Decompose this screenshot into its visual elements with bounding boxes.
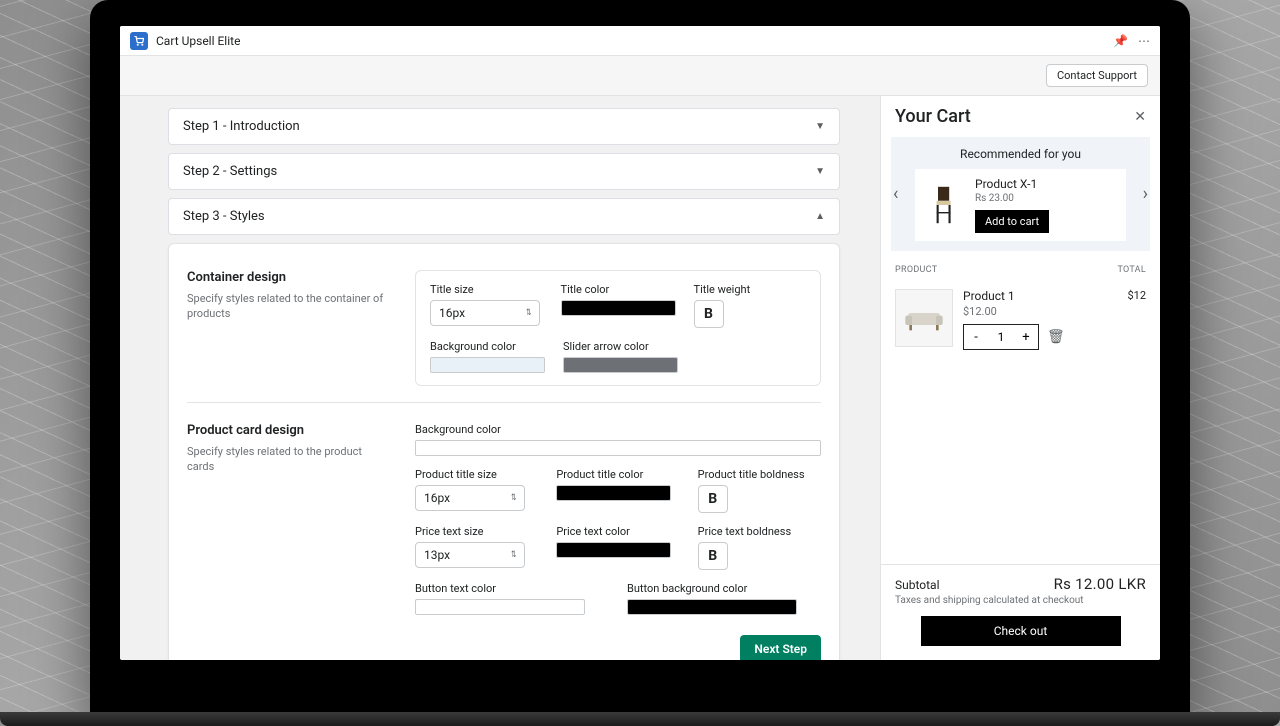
tax-note: Taxes and shipping calculated at checkou… [895, 595, 1146, 606]
title-size-select[interactable]: 16px [430, 300, 540, 326]
btn-text-color-label: Button text color [415, 582, 609, 595]
laptop-frame: Cart Upsell Elite 📌 ⋯ Contact Support St… [90, 0, 1190, 720]
step-1-label: Step 1 - Introduction [183, 119, 300, 134]
qty-value: 1 [988, 325, 1014, 349]
cart-item-name: Product 1 [963, 289, 1117, 303]
app-topbar: Cart Upsell Elite 📌 ⋯ [120, 26, 1160, 56]
ptitle-color-label: Product title color [556, 468, 679, 481]
recommend-title: Recommended for you [897, 147, 1144, 161]
chevron-right-icon[interactable]: › [1143, 184, 1148, 205]
qty-increase-button[interactable]: + [1014, 325, 1038, 349]
container-design-desc: Specify styles related to the container … [187, 291, 387, 322]
slider-arrow-swatch[interactable] [563, 357, 678, 373]
price-bold-toggle[interactable]: B [698, 542, 728, 570]
card-bg-label: Background color [415, 423, 821, 436]
step-1-header[interactable]: Step 1 - Introduction ▼ [168, 108, 840, 145]
cart-title: Your Cart [895, 106, 971, 127]
cart-panel: Your Cart ✕ Recommended for you ‹ › Prod… [880, 96, 1160, 660]
ptitle-bold-toggle[interactable]: B [698, 485, 728, 513]
title-bold-toggle[interactable]: B [694, 300, 724, 328]
title-color-label: Title color [561, 283, 676, 296]
cart-item-price: $12.00 [963, 305, 1117, 318]
pin-icon[interactable]: 📌 [1113, 34, 1128, 48]
col-product: PRODUCT [895, 265, 937, 275]
title-color-swatch[interactable] [561, 300, 676, 316]
add-to-cart-button[interactable]: Add to cart [975, 210, 1049, 233]
cart-item: Product 1 $12.00 - 1 + 🗑 $12 [881, 279, 1160, 360]
ptitle-bold-label: Product title boldness [698, 468, 821, 481]
close-icon[interactable]: ✕ [1134, 109, 1146, 125]
ptitle-size-select[interactable]: 16px [415, 485, 525, 511]
next-step-button[interactable]: Next Step [740, 635, 821, 660]
card-bg-swatch[interactable] [415, 440, 821, 456]
recommend-card: Product X-1 Rs 23.00 Add to cart [915, 169, 1126, 241]
ptitle-size-label: Product title size [415, 468, 538, 481]
step-3-label: Step 3 - Styles [183, 209, 265, 224]
recommend-image [925, 180, 965, 230]
step-2-label: Step 2 - Settings [183, 164, 277, 179]
trash-icon[interactable]: 🗑 [1047, 329, 1065, 345]
recommend-product-name: Product X-1 [975, 177, 1116, 191]
styles-card: Container design Specify styles related … [168, 243, 840, 660]
screen: Cart Upsell Elite 📌 ⋯ Contact Support St… [120, 26, 1160, 660]
price-size-label: Price text size [415, 525, 538, 538]
product-card-design-desc: Specify styles related to the product ca… [187, 444, 387, 475]
step-2-header[interactable]: Step 2 - Settings ▼ [168, 153, 840, 190]
title-size-label: Title size [430, 283, 543, 296]
caret-down-icon: ▼ [815, 166, 825, 177]
caret-down-icon: ▼ [815, 121, 825, 132]
divider [187, 402, 821, 403]
btn-text-color-swatch[interactable] [415, 599, 585, 615]
step-3-header[interactable]: Step 3 - Styles ▲ [168, 198, 840, 235]
app-title: Cart Upsell Elite [156, 34, 240, 48]
subtotal-label: Subtotal [895, 578, 940, 592]
cart-item-image [895, 289, 953, 347]
price-color-label: Price text color [556, 525, 679, 538]
caret-up-icon: ▲ [815, 211, 825, 222]
product-card-design-title: Product card design [187, 423, 387, 438]
container-bg-swatch[interactable] [430, 357, 545, 373]
contact-support-button[interactable]: Contact Support [1046, 64, 1148, 87]
qty-decrease-button[interactable]: - [964, 325, 988, 349]
btn-bg-color-swatch[interactable] [627, 599, 797, 615]
btn-bg-color-label: Button background color [627, 582, 821, 595]
price-bold-label: Price text boldness [698, 525, 821, 538]
recommend-product-price: Rs 23.00 [975, 193, 1116, 204]
container-design-title: Container design [187, 270, 387, 285]
slider-arrow-label: Slider arrow color [563, 340, 678, 353]
steps-panel: Step 1 - Introduction ▼ Step 2 - Setting… [120, 96, 880, 660]
price-size-select[interactable]: 13px [415, 542, 525, 568]
price-color-swatch[interactable] [556, 542, 671, 558]
chevron-left-icon[interactable]: ‹ [893, 184, 898, 205]
more-icon[interactable]: ⋯ [1138, 34, 1150, 48]
qty-stepper: - 1 + [963, 324, 1039, 350]
recommend-block: Recommended for you ‹ › Product X-1 Rs 2… [891, 137, 1150, 251]
col-total: TOTAL [1117, 265, 1146, 275]
bg-color-label: Background color [430, 340, 545, 353]
checkout-button[interactable]: Check out [921, 616, 1121, 646]
cart-item-total: $12 [1127, 289, 1146, 350]
title-weight-label: Title weight [694, 283, 807, 296]
laptop-base [0, 712, 1280, 726]
ptitle-color-swatch[interactable] [556, 485, 671, 501]
app-icon [130, 32, 148, 50]
sub-bar: Contact Support [120, 56, 1160, 96]
subtotal-amount: Rs 12.00 LKR [1054, 575, 1146, 593]
